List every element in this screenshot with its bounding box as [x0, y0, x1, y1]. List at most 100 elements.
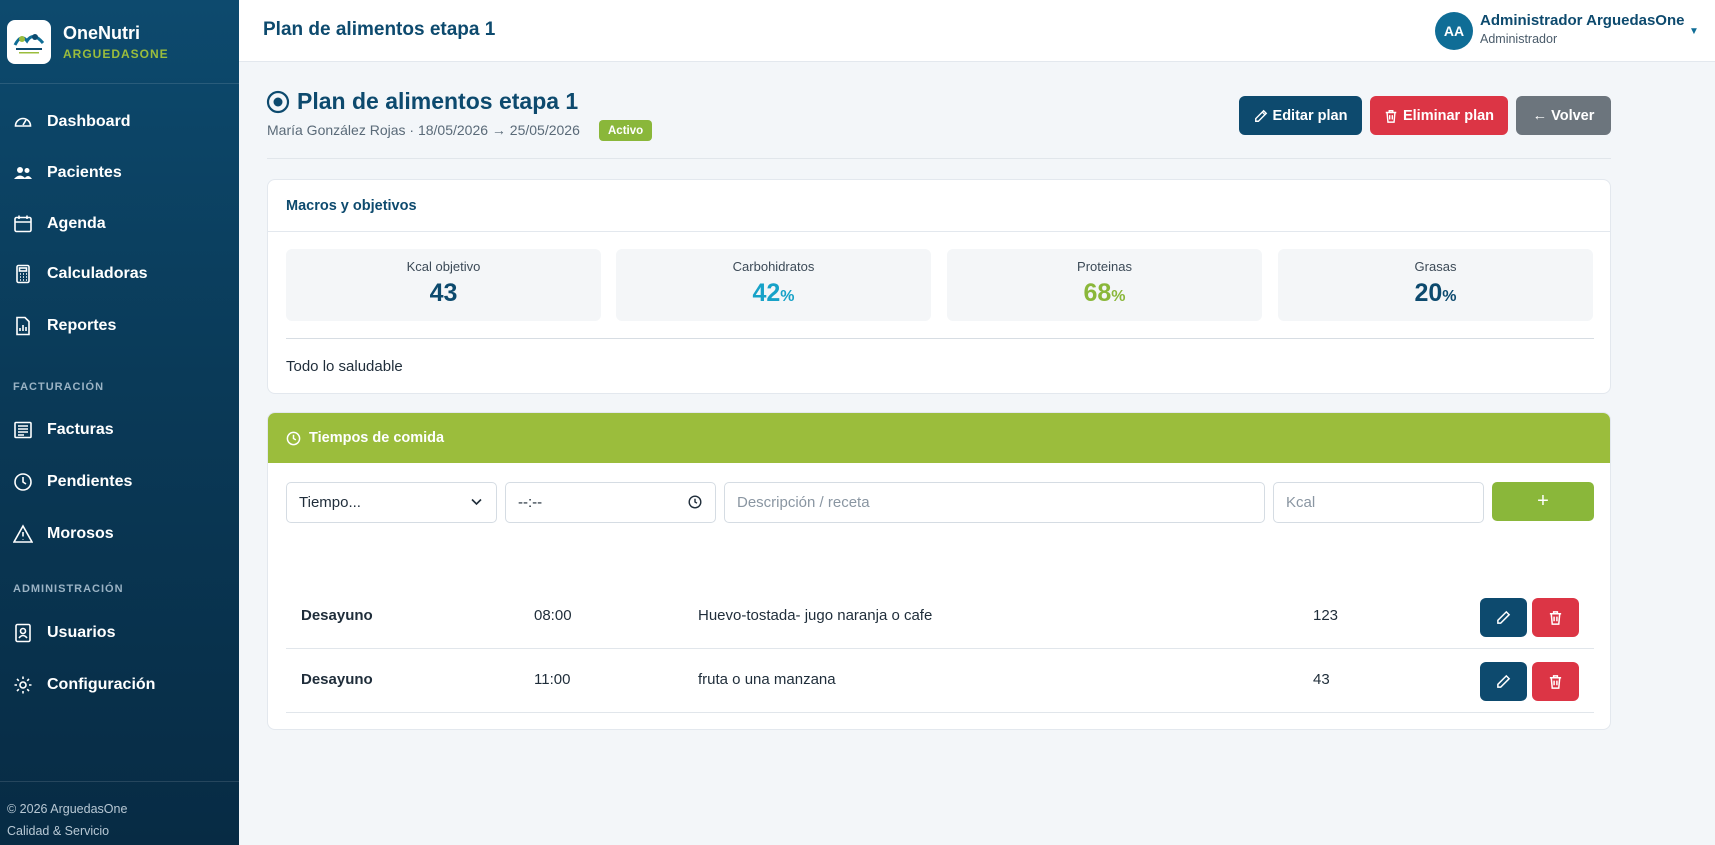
macros-card: Macros y objetivos Kcal objetivo 43 Carb… [267, 179, 1611, 394]
meal-name: Desayuno [301, 607, 373, 624]
stat-grasas: Grasas 20% [1278, 249, 1593, 321]
brand-name: OneNutri [63, 22, 141, 43]
nav-dashboard[interactable]: Dashboard [0, 102, 239, 142]
users-icon [14, 167, 32, 179]
meal-kcal: 123 [1313, 607, 1339, 624]
user-badge-icon [15, 623, 31, 643]
meal-time: 11:00 [534, 671, 571, 688]
nav-label: Pendientes [47, 473, 133, 490]
nav-label: Dashboard [47, 113, 131, 130]
meal-description: Huevo-tostada- jugo naranja o cafe [698, 607, 933, 624]
nav-morosos[interactable]: Morosos [0, 514, 239, 554]
kcal-placeholder: Kcal [1286, 494, 1316, 511]
page-title: Plan de alimentos etapa 1 [297, 88, 579, 114]
nav-section-facturacion: FACTURACIÓN [13, 381, 105, 393]
trash-icon [1385, 109, 1397, 123]
edit-plan-label: Editar plan [1272, 107, 1348, 124]
edit-plan-button[interactable]: Editar plan [1239, 96, 1362, 135]
nav-usuarios[interactable]: Usuarios [0, 613, 239, 653]
add-meal-button[interactable]: + [1492, 482, 1594, 521]
gauge-icon [14, 117, 32, 127]
nav-label: Morosos [47, 525, 114, 542]
meals-heading-label: Tiempos de comida [309, 430, 445, 446]
nav-section-administracion: ADMINISTRACIÓN [13, 583, 124, 595]
invoice-icon [14, 421, 32, 439]
stat-carbohidratos: Carbohidratos 42% [616, 249, 931, 321]
calculator-icon [16, 264, 30, 284]
topbar: Plan de alimentos etapa 1 AA Administrad… [239, 0, 1715, 62]
chevron-down-icon[interactable]: ▼ [1689, 26, 1699, 37]
user-role: Administrador [1480, 32, 1558, 46]
brand[interactable]: OneNutri ARGUEDASONE [0, 0, 239, 84]
clock-icon [286, 431, 301, 445]
avatar[interactable]: AA [1435, 12, 1473, 50]
warning-icon [13, 524, 33, 543]
footer-tagline: Calidad & Servicio [7, 824, 110, 838]
clock-icon [688, 495, 702, 513]
nav-label: Agenda [47, 215, 106, 232]
tiempo-select-value: Tiempo... [299, 494, 361, 511]
trash-icon [1549, 611, 1562, 625]
time-input-value: --:-- [518, 494, 543, 511]
footer-copyright: © 2026 ArguedasOne [7, 802, 128, 816]
nav-label: Pacientes [47, 164, 122, 181]
sidebar: OneNutri ARGUEDASONE Dashboard Pacientes… [0, 0, 239, 845]
clock-icon [14, 473, 32, 491]
plate-icon [266, 90, 290, 114]
nav-label: Usuarios [47, 624, 116, 641]
plan-meta: María González Rojas · 18/05/2026 → 25/0… [267, 122, 580, 138]
meals-card: Tiempos de comida Tiempo... --:-- Descri… [267, 412, 1611, 730]
nav-configuracion[interactable]: Configuración [0, 665, 239, 705]
macros-divider [286, 338, 1594, 339]
stat-value: 42% [752, 279, 795, 307]
macros-heading: Macros y objetivos [268, 180, 1610, 232]
stat-value: 43 [429, 279, 458, 307]
report-icon [16, 316, 30, 336]
nav-label: Configuración [47, 676, 156, 693]
nav-agenda[interactable]: Agenda [0, 204, 239, 244]
meal-name: Desayuno [301, 671, 373, 688]
meal-time: 08:00 [534, 607, 572, 624]
meals-heading: Tiempos de comida [268, 413, 1610, 463]
stat-label: Carbohidratos [732, 259, 815, 274]
macros-note: Todo lo saludable [286, 358, 403, 375]
nav-facturas[interactable]: Facturas [0, 410, 239, 450]
trash-icon [1549, 675, 1562, 689]
nav-label: Calculadoras [47, 265, 148, 282]
delete-plan-button[interactable]: Eliminar plan [1370, 96, 1508, 135]
status-badge: Activo [599, 120, 653, 141]
pencil-icon [1254, 109, 1267, 122]
kcal-input[interactable]: Kcal [1273, 482, 1484, 523]
brand-logo [7, 19, 51, 64]
back-button[interactable]: ← Volver [1516, 96, 1611, 135]
delete-meal-button[interactable] [1532, 662, 1579, 701]
user-name[interactable]: Administrador ArguedasOne [1480, 12, 1684, 29]
stat-value: 20% [1414, 279, 1457, 307]
topbar-title: Plan de alimentos etapa 1 [263, 19, 496, 40]
delete-plan-label: Eliminar plan [1402, 107, 1495, 124]
table-row: Desayuno 11:00 fruta o una manzana 43 [286, 649, 1594, 713]
stat-label: Kcal objetivo [406, 259, 481, 274]
description-input[interactable]: Descripción / receta [724, 482, 1265, 523]
edit-meal-button[interactable] [1480, 662, 1527, 701]
nav-calculadoras[interactable]: Calculadoras [0, 254, 239, 294]
tiempo-select[interactable]: Tiempo... [286, 482, 497, 523]
chevron-down-icon [470, 495, 483, 512]
nav-label: Facturas [47, 421, 114, 438]
time-input[interactable]: --:-- [505, 482, 716, 523]
nav-pendientes[interactable]: Pendientes [0, 462, 239, 502]
meal-kcal: 43 [1313, 671, 1330, 688]
nav-pacientes[interactable]: Pacientes [0, 153, 239, 193]
pencil-icon [1497, 674, 1511, 688]
meal-description: fruta o una manzana [698, 671, 836, 688]
gear-icon [14, 676, 32, 694]
delete-meal-button[interactable] [1532, 598, 1579, 637]
edit-meal-button[interactable] [1480, 598, 1527, 637]
stat-proteinas: Proteinas 68% [947, 249, 1262, 321]
table-row: Desayuno 08:00 Huevo-tostada- jugo naran… [286, 585, 1594, 649]
nav-reportes[interactable]: Reportes [0, 306, 239, 346]
nav-label: Reportes [47, 317, 117, 334]
stat-label: Proteinas [1077, 259, 1132, 274]
pencil-icon [1497, 610, 1511, 624]
stat-label: Grasas [1414, 259, 1457, 274]
